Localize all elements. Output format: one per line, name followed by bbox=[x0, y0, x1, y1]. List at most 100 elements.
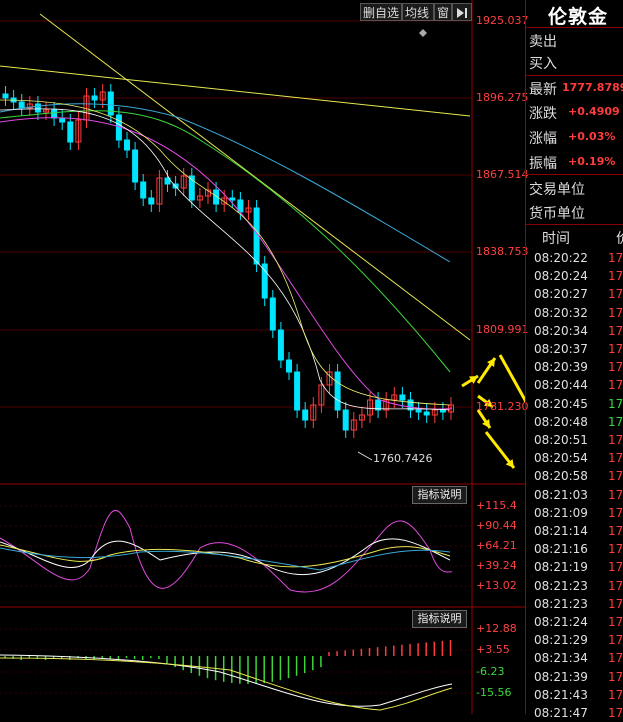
tick-price: 177 bbox=[608, 251, 623, 265]
next-icon[interactable] bbox=[452, 3, 472, 21]
change-row: 涨跌 +0.4909 bbox=[529, 105, 620, 122]
tick-row[interactable]: 08:20:32 177 bbox=[526, 304, 623, 322]
kdj-indicator-button[interactable]: 指标说明 bbox=[412, 486, 467, 504]
tick-price: 177 bbox=[608, 706, 623, 720]
tick-row[interactable]: 08:20:22 177 bbox=[526, 249, 623, 267]
candle-body bbox=[334, 371, 341, 411]
tick-row[interactable]: 08:21:24 177 bbox=[526, 613, 623, 631]
candle-body bbox=[2, 93, 9, 99]
tick-row[interactable]: 08:21:39 177 bbox=[526, 668, 623, 686]
tick-price: 177 bbox=[608, 469, 623, 484]
price-tick-label: 1896.275 bbox=[476, 91, 529, 104]
ma-lines bbox=[0, 13, 471, 461]
chart-area[interactable]: 删自选 均线 窗 1925.037 1896.275 1867.514 1838.75… bbox=[0, 0, 529, 714]
change-value: +0.4909 bbox=[568, 105, 620, 118]
tick-price: 177 bbox=[608, 414, 623, 429]
indicator-tick-label: -15.56 bbox=[476, 686, 512, 699]
macd-indicator bbox=[0, 640, 453, 711]
tick-row[interactable]: 08:21:14 177 bbox=[526, 522, 623, 540]
low-annotation: 1760.7426 bbox=[373, 452, 433, 465]
tick-row[interactable]: 08:20:27 177 bbox=[526, 285, 623, 303]
indicator-tick-label: +90.44 bbox=[476, 519, 517, 532]
tick-row[interactable]: 08:21:03 177 bbox=[526, 486, 623, 504]
tick-time: 08:20:44 bbox=[534, 378, 588, 393]
candle-body bbox=[277, 329, 284, 361]
change-pct-value: +0.03% bbox=[568, 130, 616, 143]
candle-body bbox=[415, 409, 422, 413]
tick-time: 08:21:14 bbox=[534, 524, 588, 538]
ma-lines-button[interactable]: 均线 bbox=[402, 3, 434, 21]
tick-price: 177 bbox=[608, 305, 623, 320]
indicator-tick-label: +12.88 bbox=[476, 622, 517, 635]
candle-body bbox=[132, 149, 139, 183]
change-pct-row: 涨幅 +0.03% bbox=[529, 130, 616, 147]
tick-row[interactable]: 08:21:47 177 bbox=[526, 704, 623, 722]
tick-price: 177 bbox=[608, 269, 623, 284]
tick-row[interactable]: 08:20:58 177 bbox=[526, 467, 623, 485]
tick-time: 08:21:19 bbox=[534, 560, 588, 575]
tick-price: 177 bbox=[608, 378, 623, 393]
tick-row[interactable]: 08:20:54 177 bbox=[526, 449, 623, 467]
price-tick-label: 1838.753 bbox=[476, 245, 529, 258]
trade-unit-row: 交易单位 bbox=[529, 182, 585, 198]
kdj-line-x bbox=[0, 547, 451, 571]
candle-body bbox=[91, 95, 98, 101]
tick-time: 08:21:23 bbox=[534, 596, 588, 611]
tick-row[interactable]: 08:20:45 177 bbox=[526, 395, 623, 413]
tick-time: 08:20:34 bbox=[534, 323, 588, 338]
tick-row[interactable]: 08:20:44 177 bbox=[526, 376, 623, 394]
candle-body bbox=[286, 359, 292, 373]
macd-indicator-button[interactable]: 指标说明 bbox=[412, 610, 467, 628]
ticks-header: 时间 价 bbox=[542, 231, 623, 247]
tick-row[interactable]: 08:20:34 177 bbox=[526, 322, 623, 340]
tick-price: 177 bbox=[608, 633, 623, 648]
tick-time: 08:20:24 bbox=[534, 269, 588, 284]
indicator-tick-label: +13.02 bbox=[476, 579, 517, 592]
tick-price: 177 bbox=[608, 651, 623, 666]
candle-body bbox=[269, 297, 276, 331]
tick-price: 177 bbox=[608, 505, 623, 520]
candlestick-chart[interactable] bbox=[0, 0, 525, 714]
candle-body bbox=[342, 409, 349, 431]
tick-row[interactable]: 08:20:48 177 bbox=[526, 413, 623, 431]
tick-row[interactable]: 08:21:23 177 bbox=[526, 595, 623, 613]
candle-body bbox=[59, 117, 66, 123]
window-button[interactable]: 窗 bbox=[434, 3, 452, 21]
tick-row[interactable]: 08:20:39 177 bbox=[526, 358, 623, 376]
tick-row[interactable]: 08:20:24 177 bbox=[526, 267, 623, 285]
candle-body bbox=[302, 409, 309, 421]
tick-row[interactable]: 08:21:34 177 bbox=[526, 649, 623, 667]
sell-row: 卖出 bbox=[529, 34, 557, 50]
quote-panel: 伦敦金 卖出 买入 最新 1777.8789 涨跌 +0.4909 涨幅 +0.03%… bbox=[525, 0, 623, 720]
tick-time: 08:20:58 bbox=[534, 469, 588, 484]
ma-line-yellow bbox=[0, 99, 451, 406]
tick-row[interactable]: 08:21:29 177 bbox=[526, 631, 623, 649]
tick-price: 177 bbox=[608, 524, 623, 538]
tick-price: 177 bbox=[608, 360, 623, 375]
kdj-line-d bbox=[0, 544, 451, 568]
kdj-indicator bbox=[0, 509, 453, 593]
candle-body bbox=[423, 411, 430, 416]
tick-row[interactable]: 08:21:19 177 bbox=[526, 558, 623, 576]
tick-time: 08:21:03 bbox=[534, 487, 588, 502]
tick-row[interactable]: 08:21:43 177 bbox=[526, 686, 623, 704]
tick-price: 177 bbox=[608, 669, 623, 684]
tick-price: 177 bbox=[608, 615, 623, 629]
diamond-icon[interactable] bbox=[419, 22, 427, 37]
tick-time: 08:20:32 bbox=[534, 305, 588, 320]
delete-watch-button[interactable]: 删自选 bbox=[360, 3, 402, 21]
tick-row[interactable]: 08:21:16 177 bbox=[526, 540, 623, 558]
tick-time: 08:20:54 bbox=[534, 451, 588, 466]
tick-price: 177 bbox=[608, 687, 623, 702]
indicator-tick-label: +115.4 bbox=[476, 499, 517, 512]
low-pointer bbox=[357, 451, 373, 461]
tick-row[interactable]: 08:21:23 177 bbox=[526, 577, 623, 595]
tick-row[interactable]: 08:21:09 177 bbox=[526, 504, 623, 522]
tick-row[interactable]: 08:20:37 177 bbox=[526, 340, 623, 358]
tick-time: 08:20:45 bbox=[534, 396, 588, 411]
tick-row[interactable]: 08:20:51 177 bbox=[526, 431, 623, 449]
candle-body bbox=[148, 197, 155, 205]
candle-body bbox=[67, 121, 74, 143]
candle-body bbox=[124, 139, 130, 151]
price-tick-label: 1867.514 bbox=[476, 168, 529, 181]
